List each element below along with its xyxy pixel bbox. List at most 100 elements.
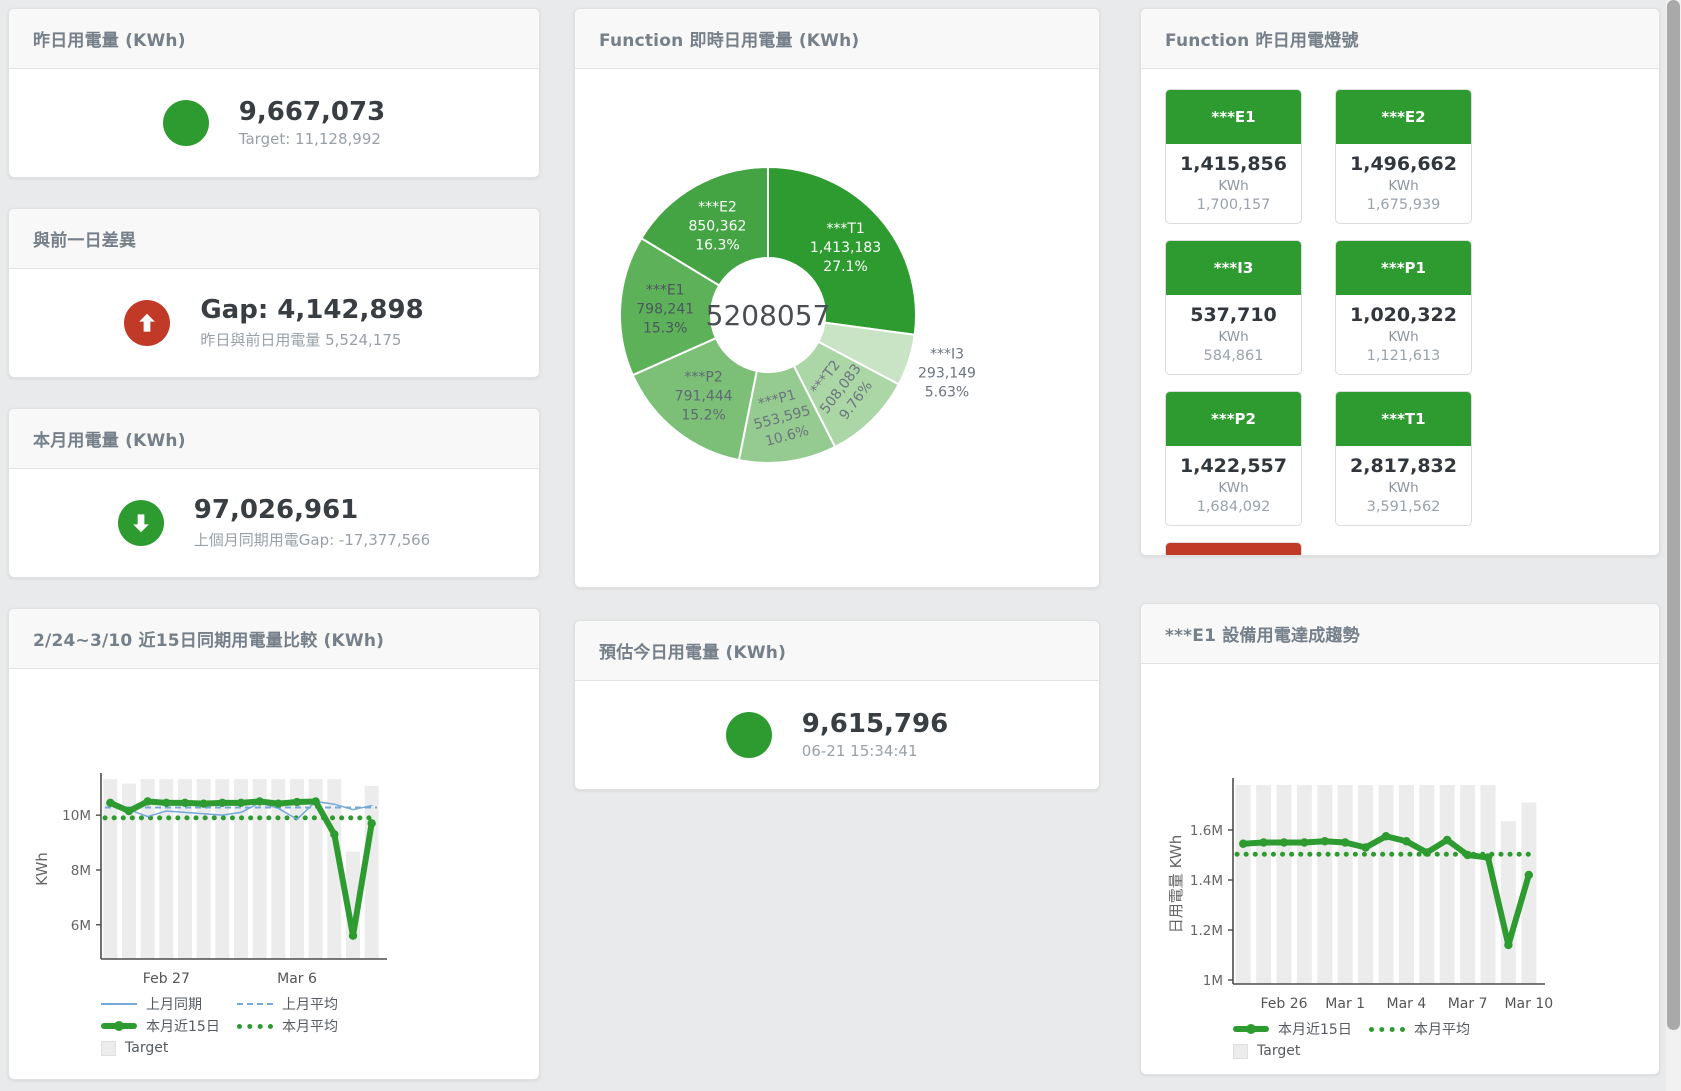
- y-tick-label: 1.4M: [1190, 873, 1223, 889]
- series-marker: [1321, 837, 1329, 845]
- card-title: Function 昨日用電燈號: [1141, 9, 1659, 69]
- light-tile-target: 584,861: [1166, 348, 1301, 364]
- light-tile-unit: KWh: [1166, 329, 1301, 345]
- x-tick-label: Mar 10: [1504, 996, 1553, 1012]
- light-tile-name: ***T1: [1336, 392, 1471, 446]
- legend-label: 本月近15日: [1278, 1019, 1352, 1039]
- legend-marker-thick-icon: [1233, 1026, 1269, 1032]
- legend-item[interactable]: Target: [101, 1040, 233, 1056]
- series-marker: [218, 799, 226, 807]
- card-estimated-today: 預估今日用電量 (KWh) 9,615,796 06-21 15:34:41: [574, 620, 1100, 790]
- light-tile-unit: KWh: [1166, 178, 1301, 194]
- series-marker: [1239, 840, 1247, 848]
- light-tile-target: 1,121,613: [1336, 348, 1471, 364]
- x-tick-label: Mar 7: [1448, 996, 1488, 1012]
- card-yesterday-usage: 昨日用電量 (KWh) 9,667,073 Target: 11,128,992: [8, 8, 540, 178]
- kpi-body: 9,615,796 06-21 15:34:41: [575, 681, 1099, 789]
- card-15day-compare-chart: 2/24~3/10 近15日同期用電量比較 (KWh) 6M8M10MFeb 2…: [8, 608, 540, 1080]
- card-month-usage: 本月用電量 (KWh) 97,026,961 上個月同期用電Gap: -17,3…: [8, 408, 540, 578]
- series-marker: [237, 799, 245, 807]
- card-title: 昨日用電量 (KWh): [9, 9, 539, 69]
- x-tick-label: Mar 6: [277, 971, 317, 987]
- card-title: 預估今日用電量 (KWh): [575, 621, 1099, 681]
- light-tile-target: 1,675,939: [1336, 197, 1471, 213]
- series-marker: [1443, 836, 1451, 844]
- series-marker: [199, 799, 207, 807]
- card-title: 本月用電量 (KWh): [9, 409, 539, 469]
- target-bar: [1236, 785, 1251, 984]
- series-marker: [311, 797, 319, 805]
- light-tile-I3: ***I3537,710KWh584,861: [1165, 240, 1302, 375]
- series-marker: [162, 799, 170, 807]
- light-tile-unit: KWh: [1336, 178, 1471, 194]
- card-title: ***E1 設備用電達成趨勢: [1141, 604, 1659, 664]
- kpi-value: 97,026,961: [194, 496, 430, 526]
- y-tick-label: 6M: [71, 918, 91, 934]
- e1-trend-chart-legend: 本月近15日 本月平均 Target: [1233, 1018, 1659, 1062]
- compare-chart-svg: 6M8M10MFeb 27Mar 6KWh: [9, 669, 529, 987]
- light-tile-value: 1,020,322: [1336, 304, 1471, 326]
- vertical-scrollbar-track[interactable]: [1666, 0, 1681, 1091]
- series-marker: [367, 819, 375, 827]
- x-tick-label: Mar 4: [1387, 996, 1427, 1012]
- target-bar: [1358, 785, 1373, 984]
- legend-label: 本月平均: [1414, 1019, 1470, 1039]
- kpi-target-text: Target: 11,128,992: [239, 130, 385, 148]
- realtime-pie-svg: ***T11,413,18327.1%***I3293,1495.63%***T…: [575, 69, 1100, 581]
- column-right: Function 昨日用電燈號 ***E11,415,856KWh1,700,1…: [1140, 8, 1660, 1075]
- legend-label: 上月平均: [282, 994, 338, 1014]
- series-marker: [106, 799, 114, 807]
- x-tick-label: Feb 27: [143, 971, 190, 987]
- legend-label: 本月近15日: [146, 1016, 220, 1036]
- series-marker: [1423, 848, 1431, 856]
- card-yesterday-lights: Function 昨日用電燈號 ***E11,415,856KWh1,700,1…: [1140, 8, 1660, 556]
- target-bar: [1297, 785, 1312, 984]
- light-tile-target: 3,591,562: [1336, 499, 1471, 515]
- y-tick-label: 8M: [71, 863, 91, 879]
- legend-marker-thick-icon: [101, 1023, 137, 1029]
- kpi-value: 9,615,796: [802, 710, 948, 740]
- legend-item[interactable]: 上月平均: [237, 994, 369, 1014]
- legend-item[interactable]: 本月平均: [1369, 1019, 1501, 1039]
- y-axis-title: KWh: [33, 852, 51, 886]
- light-tile-value: 537,710: [1166, 304, 1301, 326]
- series-marker: [1463, 851, 1471, 859]
- legend-item[interactable]: 上月同期: [101, 994, 233, 1014]
- legend-item[interactable]: 本月近15日: [1233, 1019, 1365, 1039]
- series-marker: [293, 798, 301, 806]
- series-marker: [255, 797, 263, 805]
- light-tile-name: ***E2: [1336, 90, 1471, 144]
- target-bar: [1317, 785, 1332, 984]
- light-tile-unit: KWh: [1166, 480, 1301, 496]
- light-tile-value: 1,415,856: [1166, 153, 1301, 175]
- light-tile-name: ***T2: [1166, 543, 1301, 556]
- target-bar: [1501, 821, 1516, 984]
- legend-marker-dots-icon: [1369, 1027, 1405, 1032]
- series-marker: [1341, 838, 1349, 846]
- arrow-up-circle-icon: [124, 300, 170, 346]
- series-marker: [1300, 838, 1308, 846]
- x-tick-label: Mar 1: [1325, 996, 1365, 1012]
- series-marker: [1504, 941, 1512, 949]
- target-bar: [1338, 785, 1353, 984]
- light-tile-P2: ***P21,422,557KWh1,684,092: [1165, 391, 1302, 526]
- series-marker: [330, 830, 338, 838]
- series-marker: [1280, 838, 1288, 846]
- column-left: 昨日用電量 (KWh) 9,667,073 Target: 11,128,992…: [8, 8, 540, 1080]
- legend-item[interactable]: Target: [1233, 1043, 1365, 1059]
- arrow-down-icon: [128, 510, 154, 536]
- legend-item[interactable]: 本月平均: [237, 1016, 369, 1036]
- y-tick-label: 1.2M: [1190, 923, 1223, 939]
- y-tick-label: 1M: [1203, 973, 1223, 989]
- light-tile-unit: KWh: [1336, 480, 1471, 496]
- vertical-scrollbar-thumb[interactable]: [1667, 0, 1680, 1030]
- series-marker: [1402, 837, 1410, 845]
- series-marker: [181, 799, 189, 807]
- series-marker: [349, 932, 357, 940]
- series-marker: [1382, 832, 1390, 840]
- light-tile-T2: ***T2955,212KWh762,358: [1165, 542, 1302, 556]
- y-axis-title: 日用電量 KWh: [1167, 835, 1185, 933]
- legend-item[interactable]: 本月近15日: [101, 1016, 233, 1036]
- light-tile-name: ***P1: [1336, 241, 1471, 295]
- kpi-value: Gap: 4,142,898: [200, 296, 423, 326]
